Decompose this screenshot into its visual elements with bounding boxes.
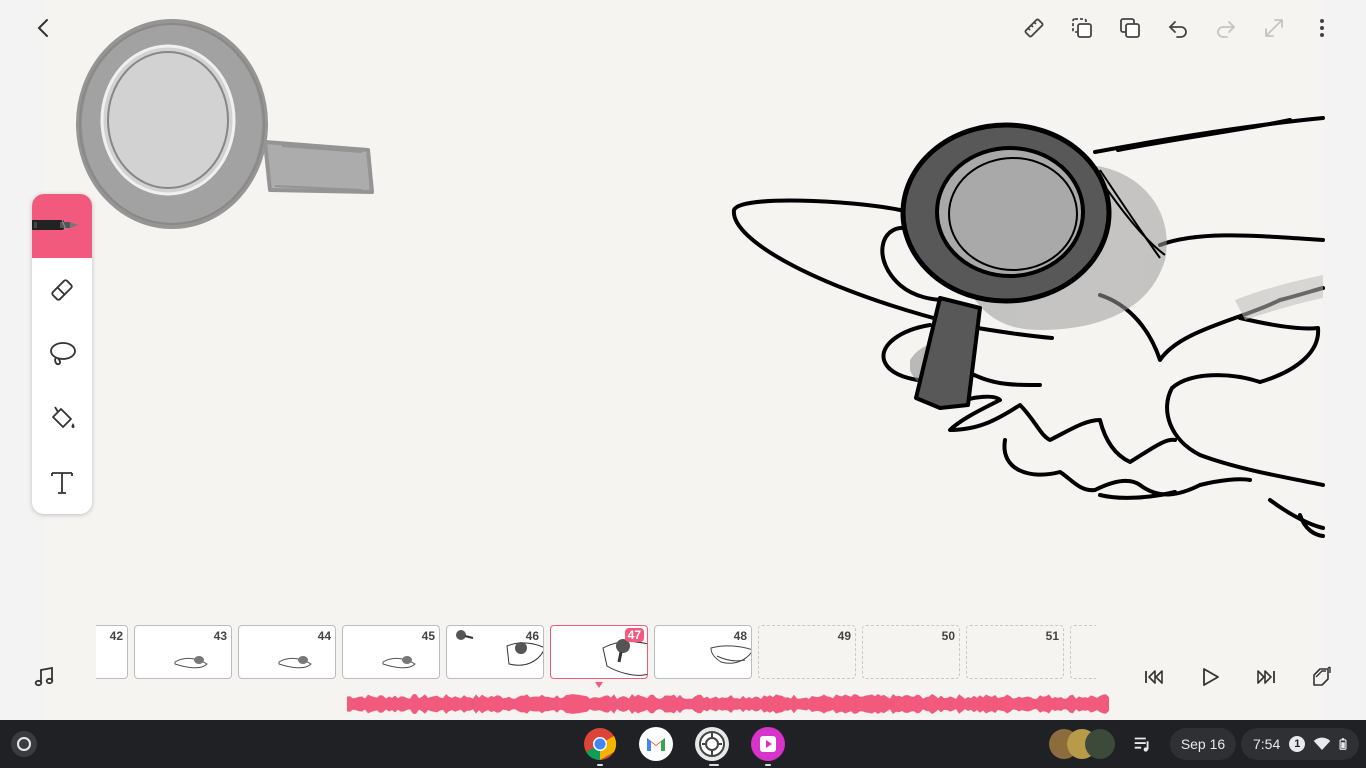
frame-thumbnail[interactable]: 50 — [862, 625, 960, 679]
wifi-icon — [1314, 737, 1331, 750]
date-text: Sep 16 — [1180, 736, 1226, 752]
skip-to-start-icon — [1145, 670, 1163, 684]
animation-app-icon — [760, 736, 776, 752]
frame-thumbnail[interactable]: 49 — [758, 625, 856, 679]
frame-thumbnail[interactable]: 48 — [654, 625, 752, 679]
frame-number: 46 — [525, 629, 539, 643]
holding-space-thumbnails — [1049, 729, 1115, 759]
ruler-button[interactable] — [1016, 10, 1052, 46]
undo-button[interactable] — [1160, 10, 1196, 46]
duplicate-icon — [1120, 18, 1140, 38]
music-note-icon — [34, 666, 54, 687]
music-button[interactable] — [27, 660, 61, 694]
fill-tool[interactable] — [32, 386, 92, 450]
chrome-running-indicator — [597, 764, 603, 766]
onion-skin-icon — [1072, 18, 1092, 38]
text-icon — [51, 472, 73, 494]
chevron-left-icon — [37, 19, 48, 37]
eraser-tool[interactable] — [32, 258, 92, 322]
notification-badge: 1 — [1289, 736, 1306, 752]
frame-number: 48 — [733, 629, 747, 643]
battery-icon — [1339, 738, 1347, 750]
undo-icon — [1168, 21, 1187, 38]
frame-thumbnail[interactable]: 45 — [342, 625, 440, 679]
animation-running-indicator — [765, 764, 771, 766]
pen-tool[interactable] — [32, 194, 92, 258]
playlist-icon — [1134, 737, 1149, 752]
waveform-shape — [347, 694, 1109, 714]
frame-thumbnail[interactable]: 46 — [446, 625, 544, 679]
frame-thumbnail[interactable]: 44 — [238, 625, 336, 679]
current-frame-thumbnail[interactable]: 47 — [550, 625, 648, 679]
clock-text: 7:54 — [1253, 736, 1281, 752]
camera-running-indicator — [709, 764, 719, 766]
camera-app-icon — [699, 731, 725, 757]
launcher-button[interactable] — [7, 727, 41, 761]
frame-number: 49 — [837, 629, 851, 643]
chrome-icon — [584, 728, 617, 761]
system-shelf — [0, 720, 1366, 768]
gmail-app[interactable] — [639, 727, 673, 761]
duplicate-button[interactable] — [1112, 10, 1148, 46]
playhead-marker — [595, 682, 603, 688]
eraser-icon — [51, 279, 73, 301]
lasso-tool[interactable] — [32, 322, 92, 386]
add-frames-button[interactable] — [1305, 660, 1339, 694]
tool-palette — [32, 194, 92, 514]
last-frame-button[interactable] — [1249, 660, 1283, 694]
play-button[interactable] — [1193, 660, 1227, 694]
ruler-icon — [1024, 18, 1044, 38]
frame-thumbnail[interactable]: 51 — [966, 625, 1064, 679]
lasso-icon — [50, 342, 76, 366]
status-tray[interactable]: 7:54 1 — [1241, 728, 1359, 760]
recent-thumbnails[interactable] — [1048, 728, 1118, 760]
chrome-app[interactable] — [583, 727, 617, 761]
frame-timeline: 42 43 44 45 46 47 48 49 50 51 — [96, 624, 1096, 680]
camera-app[interactable] — [695, 727, 729, 761]
gmail-icon — [647, 738, 665, 751]
audio-waveform[interactable] — [347, 692, 1110, 716]
frame-number: 43 — [213, 629, 227, 643]
play-icon — [1203, 668, 1219, 686]
more-options-button[interactable] — [1304, 10, 1340, 46]
frame-number: 44 — [317, 629, 331, 643]
frame-number: 51 — [1045, 629, 1059, 643]
frame-number: 45 — [421, 629, 435, 643]
date-pill[interactable]: Sep 16 — [1170, 728, 1236, 760]
paint-bucket-icon — [52, 406, 75, 428]
redo-icon — [1217, 21, 1236, 38]
skip-to-end-icon — [1257, 670, 1275, 684]
notification-count: 1 — [1294, 738, 1301, 750]
pen-icon — [32, 219, 78, 231]
expand-icon — [1265, 19, 1283, 37]
add-frames-icon — [1313, 666, 1331, 686]
launcher-circle-icon — [11, 731, 37, 757]
text-tool[interactable] — [32, 450, 92, 514]
fullscreen-button[interactable] — [1256, 10, 1292, 46]
app-window: 42 43 44 45 46 47 48 49 50 51 Sep 16 7:5… — [0, 0, 1366, 768]
onion-skin-button[interactable] — [1064, 10, 1100, 46]
redo-button[interactable] — [1208, 10, 1244, 46]
frame-number: 50 — [941, 629, 955, 643]
onion-skin-magnifier — [76, 19, 374, 229]
animation-app[interactable] — [751, 727, 785, 761]
frame-thumbnail[interactable]: 43 — [134, 625, 232, 679]
frame-number: 47 — [624, 628, 644, 642]
frame-placeholder[interactable] — [1070, 625, 1096, 679]
playlist-tray-button[interactable] — [1125, 728, 1161, 760]
frame-thumbnail[interactable]: 42 — [96, 625, 128, 679]
frame-number: 42 — [109, 629, 123, 643]
more-vert-icon — [1320, 19, 1324, 37]
back-button[interactable] — [26, 10, 62, 46]
canvas-artwork — [76, 19, 1325, 538]
first-frame-button[interactable] — [1137, 660, 1171, 694]
